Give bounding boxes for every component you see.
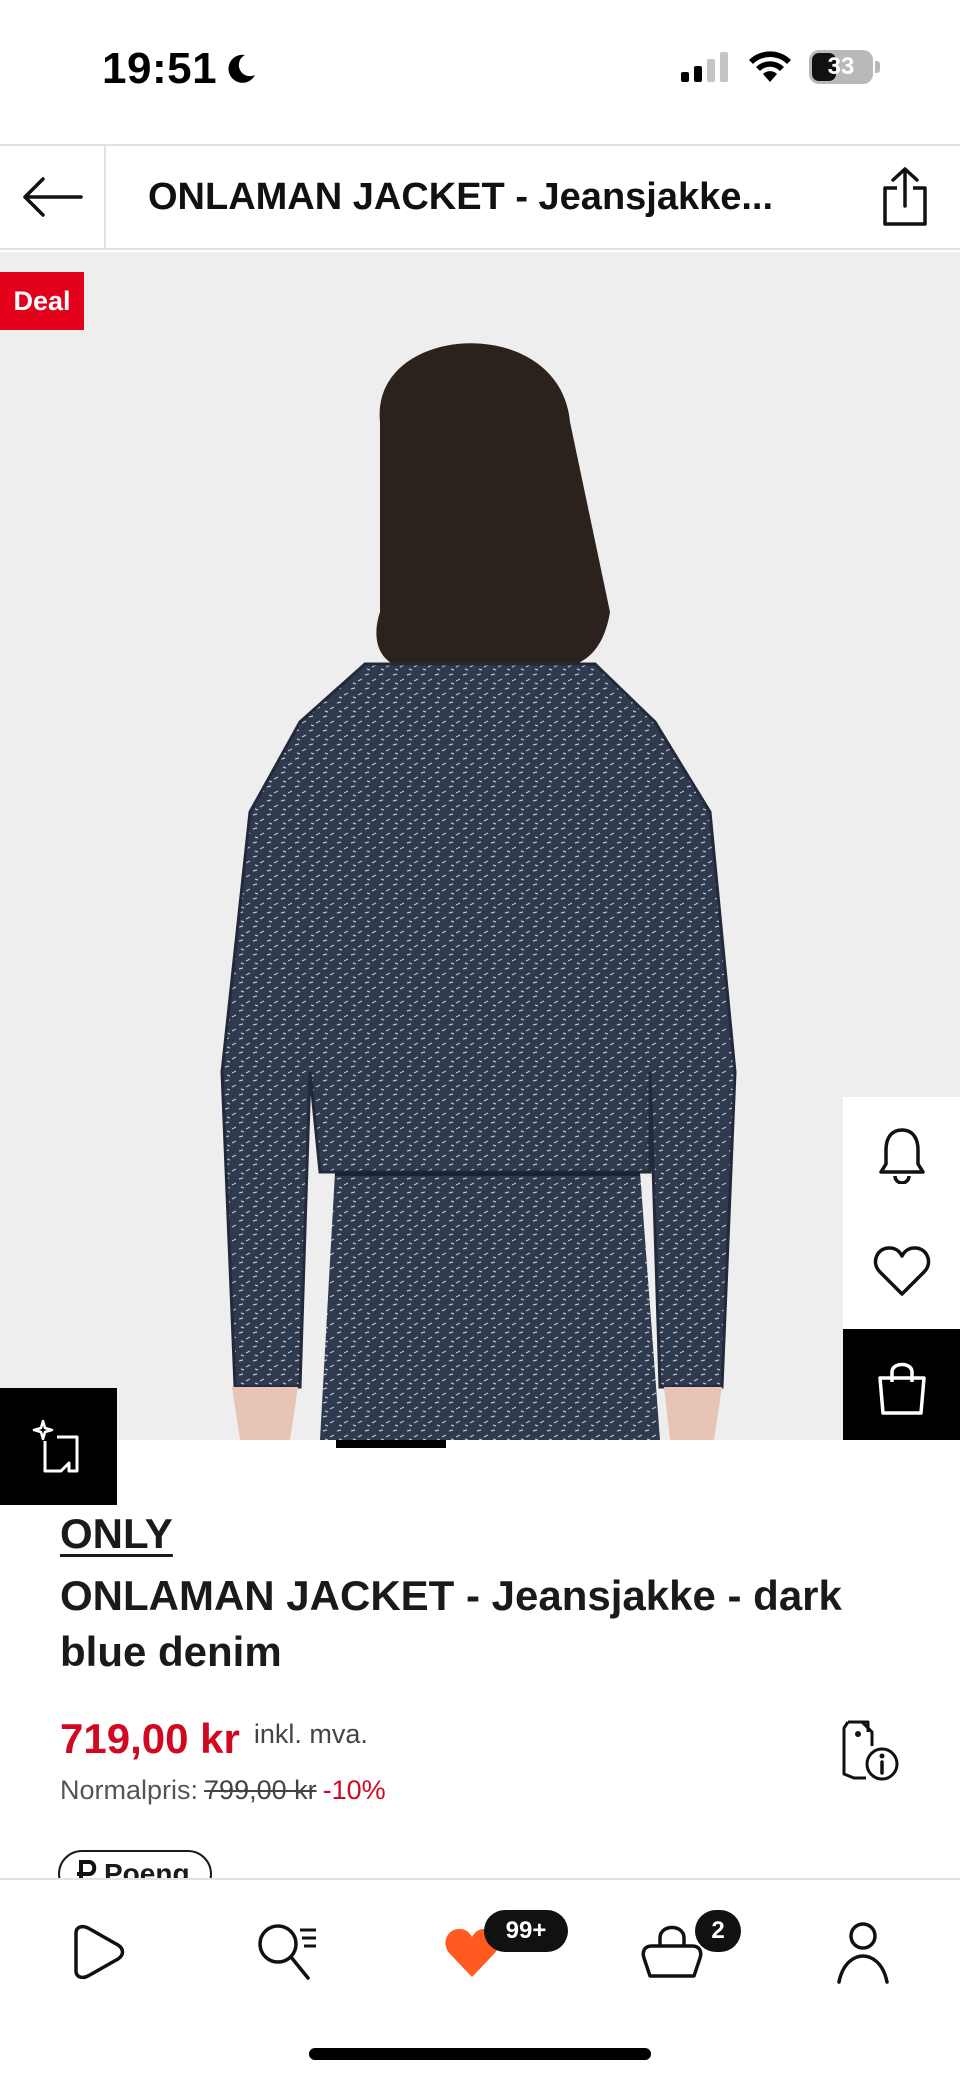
product-photo [220,343,737,1440]
heart-icon [873,1246,930,1296]
home-indicator [309,2048,651,2060]
wishlist-count-badge: 99+ [484,1910,568,1952]
product-image-gallery[interactable]: Deal [0,252,960,1440]
battery-level: 33 [827,53,855,80]
back-button[interactable] [0,146,106,248]
search-icon [258,1924,316,1980]
normal-price-label: Normalpris: [60,1775,199,1805]
brand-link[interactable]: ONLY [60,1510,173,1558]
moon-icon [228,54,256,83]
image-indicator-track [117,1440,783,1448]
share-icon [883,167,927,226]
sparkle-compare-icon [32,1419,78,1472]
normal-price: 799,00 kr [204,1775,317,1805]
page-title: ONLAMAN JACKET - Jeansjakke... [148,175,774,218]
normal-price-row: Normalpris: 799,00 kr -10% [60,1775,386,1806]
product-name: ONLAMAN JACKET - Jeansjakke - dark blue … [60,1572,842,1675]
play-icon [74,1924,125,1980]
shopping-bag-icon [877,1362,926,1415]
price-info-icon[interactable] [840,1718,902,1782]
clock: 19:51 [102,44,218,93]
wifi-icon [749,51,791,82]
deal-badge: Deal [0,272,84,330]
notify-button[interactable] [843,1097,960,1213]
wishlist-button[interactable] [843,1213,960,1329]
tab-search[interactable] [248,1912,328,1992]
vat-label: inkl. mva. [253,1719,368,1749]
profile-icon [837,1922,889,1984]
compare-button[interactable] [0,1388,117,1505]
share-button[interactable] [850,146,960,248]
discount-percent: -10% [322,1775,386,1805]
status-icons: 33 [681,50,880,84]
image-indicator-active [336,1440,446,1448]
bag-count-badge: 2 [695,1910,741,1952]
arrow-left-icon [23,177,83,217]
status-bar: 19:51 33 [0,0,960,144]
price-row: 719,00 kr inkl. mva. [60,1715,368,1763]
side-action-bar [843,1097,960,1440]
add-to-bag-button[interactable] [843,1329,960,1440]
nav-header: ONLAMAN JACKET - Jeansjakke... [0,144,960,250]
current-price: 719,00 kr [60,1715,240,1762]
tab-profile[interactable] [823,1912,903,1992]
tab-discover[interactable] [57,1912,137,1992]
status-time: 19:51 [102,44,259,94]
signal-icon [681,52,728,82]
bell-icon [878,1128,925,1184]
battery-icon: 33 [809,50,880,84]
